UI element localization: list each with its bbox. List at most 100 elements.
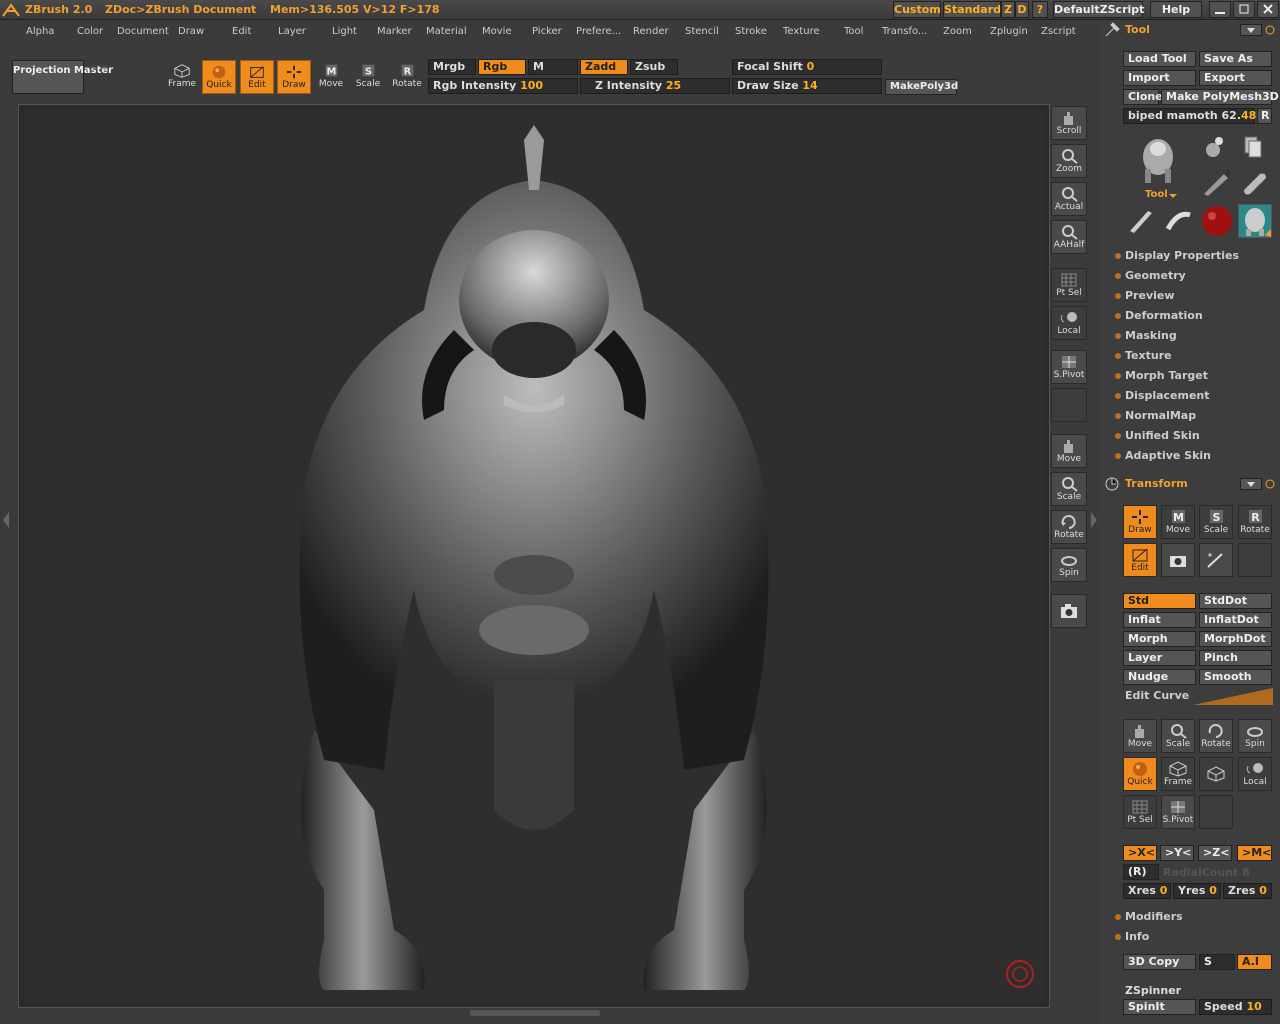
menu-layer[interactable]: Layer: [278, 26, 306, 37]
menu-stroke[interactable]: Stroke: [735, 26, 767, 37]
menu-picker[interactable]: Picker: [532, 26, 562, 37]
zres-slider[interactable]: Zres 0: [1223, 883, 1272, 899]
transform-rotate-button[interactable]: R Rotate: [1238, 505, 1272, 539]
custom-button[interactable]: Custom: [893, 1, 941, 18]
menu-render[interactable]: Render: [633, 26, 669, 37]
shelf-spin-button[interactable]: Spin: [1051, 548, 1087, 582]
shelf-move-button[interactable]: Move: [1051, 434, 1087, 468]
transform-cube-button[interactable]: [1199, 757, 1233, 791]
rgb-toggle[interactable]: Rgb: [478, 59, 526, 75]
help-question-button[interactable]: ?: [1032, 1, 1048, 18]
yres-slider[interactable]: Yres 0: [1173, 883, 1221, 899]
reset-tool-button[interactable]: R: [1257, 108, 1272, 124]
brush-inflatdot[interactable]: InflatDot: [1199, 612, 1272, 628]
transform-draw-button[interactable]: Draw: [1123, 505, 1157, 539]
menu-marker[interactable]: Marker: [377, 26, 412, 37]
transform-menu-button[interactable]: [1240, 478, 1262, 490]
menu-zoom[interactable]: Zoom: [943, 26, 972, 37]
subpalette-displacement[interactable]: Displacement: [1115, 389, 1210, 402]
zoom-button[interactable]: Zoom: [1051, 144, 1087, 178]
rgb-intensity-slider[interactable]: Rgb Intensity 100: [428, 78, 578, 94]
sym-x-button[interactable]: >X<: [1123, 845, 1157, 861]
menu-zscript[interactable]: Zscript: [1041, 26, 1076, 37]
curve-tool-icon[interactable]: [1164, 205, 1194, 235]
subpalette-adaptive-skin[interactable]: Adaptive Skin: [1115, 449, 1211, 462]
subpalette-unified-skin[interactable]: Unified Skin: [1115, 429, 1200, 442]
menu-material[interactable]: Material: [426, 26, 467, 37]
quick-button[interactable]: Quick: [202, 60, 236, 94]
document-canvas[interactable]: [24, 110, 1044, 1002]
radial-r-button[interactable]: (R): [1123, 864, 1159, 880]
tool-selector-label[interactable]: Tool: [1145, 189, 1168, 200]
move-button[interactable]: M Move: [314, 60, 348, 94]
active-tool-thumbnail[interactable]: [1238, 204, 1272, 238]
edit-button[interactable]: Edit: [240, 60, 274, 94]
transform-quick-button[interactable]: Quick: [1123, 757, 1157, 791]
record-icon[interactable]: [1004, 958, 1036, 990]
s-pivot-button[interactable]: S.Pivot: [1051, 350, 1087, 384]
aahalf-button[interactable]: AAHalf: [1051, 220, 1087, 254]
brush-morph[interactable]: Morph: [1123, 631, 1196, 647]
transform-pt-sel-button[interactable]: Pt Sel: [1123, 795, 1157, 829]
subpalette-geometry[interactable]: Geometry: [1115, 269, 1186, 282]
shelf-scale-button[interactable]: Scale: [1051, 472, 1087, 506]
sym-z-button[interactable]: >Z<: [1198, 845, 1232, 861]
s-button[interactable]: S: [1199, 954, 1235, 970]
revert-icon[interactable]: [1264, 24, 1276, 36]
brush-tool-icon[interactable]: [1126, 205, 1156, 235]
subpalette-deformation[interactable]: Deformation: [1115, 309, 1203, 322]
subpalette-texture[interactable]: Texture: [1115, 349, 1172, 362]
draw-size-slider[interactable]: Draw Size 14: [732, 78, 882, 94]
menu-transform[interactable]: Transfo...: [882, 26, 927, 37]
z-button[interactable]: Z: [1001, 1, 1015, 18]
palette-menu-button[interactable]: [1240, 24, 1262, 36]
copy-3d-button[interactable]: 3D Copy: [1123, 954, 1196, 970]
brush-layer[interactable]: Layer: [1123, 650, 1196, 666]
biped-mamoth-thumbnail[interactable]: [1135, 135, 1181, 185]
menu-alpha[interactable]: Alpha: [26, 26, 54, 37]
subpalette-masking[interactable]: Masking: [1115, 329, 1177, 342]
xres-slider[interactable]: Xres 0: [1123, 883, 1171, 899]
spinit-button[interactable]: SpinIt: [1123, 999, 1196, 1015]
subpalette-modifiers[interactable]: Modifiers: [1115, 910, 1183, 923]
transform-move-button[interactable]: M Move: [1161, 505, 1195, 539]
spheres-tool-icon[interactable]: [1200, 134, 1228, 160]
menu-draw[interactable]: Draw: [178, 26, 204, 37]
menu-color[interactable]: Color: [77, 26, 103, 37]
collapse-right-icon[interactable]: [1090, 510, 1098, 530]
transform-scale-button[interactable]: S Scale: [1199, 505, 1233, 539]
bottom-shelf-handle[interactable]: [470, 1010, 600, 1016]
help-button[interactable]: Help: [1150, 1, 1202, 18]
cylinder-tool-icon[interactable]: [1240, 168, 1270, 196]
focal-shift-slider[interactable]: Focal Shift 0: [732, 59, 882, 75]
menu-movie[interactable]: Movie: [482, 26, 512, 37]
brush-nudge[interactable]: Nudge: [1123, 669, 1196, 685]
make-polymesh-button[interactable]: Make PolyMesh3D: [1161, 89, 1279, 105]
brush-std[interactable]: Std: [1123, 593, 1196, 609]
projection-master-button[interactable]: Projection Master: [12, 60, 113, 94]
edit-curve[interactable]: Edit Curve: [1123, 688, 1273, 705]
load-tool-button[interactable]: Load Tool: [1123, 51, 1196, 67]
menu-edit[interactable]: Edit: [232, 26, 251, 37]
shelf-rotate-button[interactable]: Rotate: [1051, 510, 1087, 544]
scale-button[interactable]: S Scale: [351, 60, 385, 94]
menu-light[interactable]: Light: [332, 26, 357, 37]
standard-button[interactable]: Standard: [943, 1, 1001, 18]
rotate-button[interactable]: R Rotate: [390, 60, 424, 94]
brush-pinch[interactable]: Pinch: [1199, 650, 1272, 666]
draw-button[interactable]: Draw: [277, 60, 311, 94]
subpalette-normalmap[interactable]: NormalMap: [1115, 409, 1196, 422]
menu-stencil[interactable]: Stencil: [685, 26, 719, 37]
pt-sel-button[interactable]: Pt Sel: [1051, 268, 1087, 302]
make-poly3d-button[interactable]: MakePoly3d: [885, 79, 958, 95]
menu-tool[interactable]: Tool: [844, 26, 863, 37]
transform-scale2-button[interactable]: Scale: [1161, 719, 1195, 753]
transform-frame-button[interactable]: Frame: [1161, 757, 1195, 791]
revert-icon[interactable]: [1264, 478, 1276, 490]
maximize-button[interactable]: [1233, 1, 1255, 18]
frame-button[interactable]: Frame: [165, 60, 199, 94]
close-button[interactable]: [1257, 1, 1279, 18]
wand-button[interactable]: [1199, 543, 1233, 577]
current-tool-slider[interactable]: biped mamoth 62.48: [1123, 108, 1256, 124]
transform-edit-button[interactable]: Edit: [1123, 543, 1157, 577]
